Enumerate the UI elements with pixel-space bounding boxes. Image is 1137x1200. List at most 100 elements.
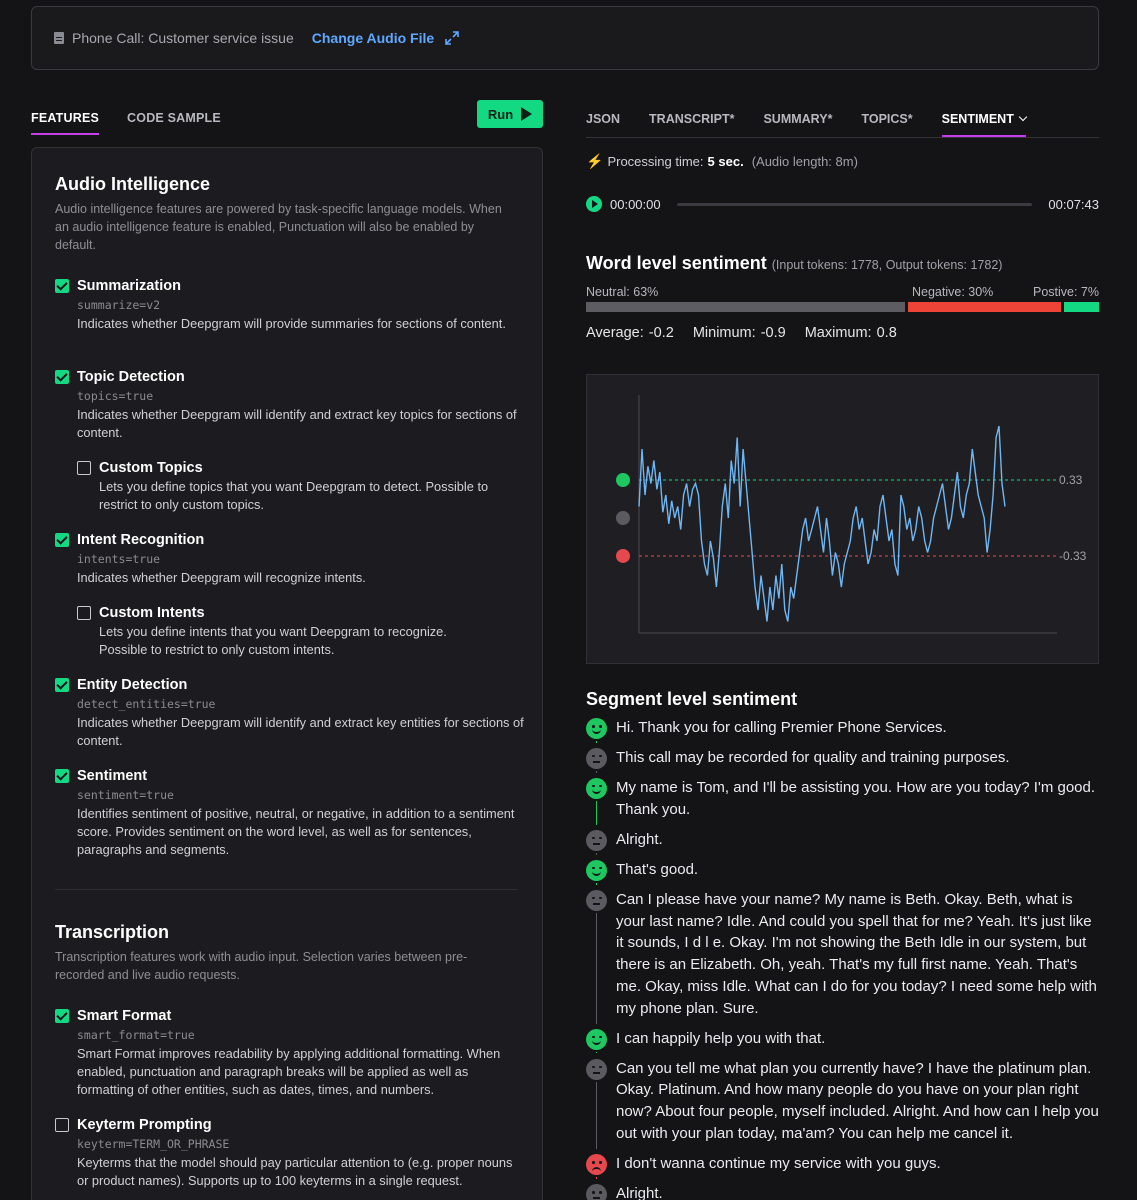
transcription-title: Transcription: [55, 922, 170, 942]
neutral-bar: [586, 302, 906, 312]
custom-topics-checkbox[interactable]: [77, 461, 91, 475]
segment-item: Alright.: [586, 1183, 1099, 1200]
tab-json[interactable]: JSON: [586, 112, 620, 137]
feature-smart-format[interactable]: Smart Format smart_format=true Smart For…: [55, 1007, 521, 1099]
negative-label: Negative: 30%: [912, 285, 994, 299]
tab-code-sample[interactable]: CODE SAMPLE: [127, 111, 221, 135]
tab-sentiment[interactable]: SENTIMENT: [941, 112, 1028, 137]
segment-text: My name is Tom, and I'll be assisting yo…: [616, 778, 1096, 818]
entity-detection-checkbox[interactable]: [55, 678, 69, 692]
segment-connector: [596, 882, 597, 885]
negative-face-icon: [616, 548, 630, 563]
chevron-down-icon: [1018, 112, 1028, 122]
feature-code: intents=true: [77, 552, 161, 566]
segment-level-title: Segment level sentiment: [586, 689, 798, 709]
feature-code: topics=true: [77, 389, 154, 403]
feature-name: Entity Detection: [77, 677, 188, 693]
feature-name: Sentiment: [77, 768, 148, 784]
play-icon[interactable]: [586, 196, 602, 212]
reference-line-label: -0.33: [1059, 549, 1087, 563]
feature-description: Indicates whether Deepgram will recogniz…: [77, 570, 366, 585]
segment-connector: [596, 1177, 597, 1179]
segment-text: Can you tell me what plan you currently …: [616, 1059, 1099, 1143]
segment-connector: [596, 1081, 597, 1149]
segment-item: Alright.: [586, 829, 1099, 855]
keyterm-prompting-checkbox[interactable]: [55, 1118, 69, 1132]
audio-file-bar: Phone Call: Customer service issue Chang…: [31, 6, 1099, 70]
neutral-face-icon: [616, 511, 630, 525]
intent-recognition-checkbox[interactable]: [55, 533, 69, 547]
positive-label: Postive: 7%: [1032, 285, 1099, 299]
segment-text: Can I please have your name? My name is …: [616, 890, 1097, 1017]
token-counts: (Input tokens: 1778, Output tokens: 1782…: [771, 258, 1003, 272]
segment-text: Hi. Thank you for calling Premier Phone …: [616, 719, 947, 736]
smart-format-checkbox[interactable]: [55, 1009, 69, 1023]
positive-face-icon: [586, 718, 607, 739]
word-level-heading: Word level sentiment: [586, 253, 767, 273]
feature-description: Indicates whether Deepgram will identify…: [77, 407, 517, 440]
minimum-stat: Minimum: -0.9: [692, 325, 786, 341]
feature-custom-intents[interactable]: Custom Intents Lets you define intents t…: [77, 604, 497, 659]
feature-intent-recognition[interactable]: Intent Recognition intents=true Indicate…: [55, 531, 525, 587]
feature-description: Identifies sentiment of positive, neutra…: [77, 806, 515, 857]
tab-summary[interactable]: SUMMARY*: [763, 112, 832, 137]
feature-keyterm-prompting[interactable]: Keyterm Prompting keyterm=TERM_OR_PHRASE…: [55, 1116, 515, 1190]
sentiment-chart: 0.33 -0.33: [586, 374, 1099, 664]
positive-bar: [1063, 302, 1099, 312]
segment-item: Can I please have your name? My name is …: [586, 889, 1099, 1024]
segment-connector: [596, 800, 597, 825]
feature-sentiment[interactable]: Sentiment sentiment=true Identifies sent…: [55, 767, 515, 859]
segment-text: That's good.: [616, 860, 699, 878]
total-time: 00:07:43: [1048, 196, 1099, 212]
negative-face-icon: [586, 1154, 607, 1176]
processing-value: 5 sec.: [707, 154, 744, 169]
sentiment-checkbox[interactable]: [55, 769, 69, 783]
segment-text: This call may be recorded for quality an…: [616, 748, 1010, 766]
feature-entity-detection[interactable]: Entity Detection detect_entities=true In…: [55, 676, 525, 750]
lightning-icon: ⚡: [586, 153, 604, 169]
run-button[interactable]: Run: [477, 100, 543, 128]
segment-item: Hi. Thank you for calling Premier Phone …: [586, 717, 1099, 743]
audio-player: 00:00:00 00:07:43: [586, 194, 1099, 214]
expand-icon[interactable]: [444, 30, 460, 46]
segment-text: I can happily help you with that.: [616, 1029, 826, 1047]
maximum-stat: Maximum: 0.8: [804, 325, 897, 341]
tab-topics[interactable]: TOPICS*: [861, 112, 912, 137]
audio-intelligence-title: Audio Intelligence: [55, 174, 211, 194]
segment-connector: [596, 1051, 597, 1054]
segment-item: I can happily help you with that.: [586, 1028, 1099, 1054]
neutral-face-icon: [586, 889, 607, 911]
change-audio-file-link[interactable]: Change Audio File: [312, 30, 434, 46]
audio-length: (Audio length: 8m): [751, 154, 858, 169]
feature-name: Topic Detection: [77, 369, 185, 385]
left-tabs: FEATURES CODE SAMPLE: [31, 111, 221, 135]
feature-code: smart_format=true: [77, 1028, 195, 1042]
tab-transcript[interactable]: TRANSCRIPT*: [649, 112, 734, 137]
segment-connector: [596, 912, 597, 1024]
feature-name: Keyterm Prompting: [77, 1117, 212, 1133]
current-time: 00:00:00: [610, 196, 661, 212]
audio-progress-track[interactable]: [676, 202, 1033, 206]
feature-description: Indicates whether Deepgram will provide …: [77, 316, 506, 331]
summarization-checkbox[interactable]: [55, 279, 69, 293]
document-icon: [54, 32, 64, 44]
segment-list: Hi. Thank you for calling Premier Phone …: [586, 717, 1099, 1200]
positive-face-icon: [586, 859, 607, 881]
feature-topic-detection[interactable]: Topic Detection topics=true Indicates wh…: [55, 368, 525, 442]
feature-code: sentiment=true: [77, 788, 174, 802]
negative-bar: [908, 302, 1061, 312]
segment-connector: [596, 852, 597, 855]
tab-sentiment-label: SENTIMENT: [941, 112, 1014, 126]
tab-features[interactable]: FEATURES: [31, 111, 100, 135]
feature-description: Keyterms that the model should pay parti…: [77, 1155, 513, 1188]
feature-description: Smart Format improves readability by app…: [77, 1046, 501, 1097]
segment-item: That's good.: [586, 859, 1099, 885]
topic-detection-checkbox[interactable]: [55, 370, 69, 384]
custom-intents-checkbox[interactable]: [77, 606, 91, 620]
feature-summarization[interactable]: Summarization summarize=v2 Indicates whe…: [55, 277, 525, 333]
neutral-label: Neutral: 63%: [586, 285, 659, 299]
feature-description: Lets you define intents that you want De…: [99, 624, 447, 657]
neutral-face-icon: [586, 829, 607, 851]
feature-custom-topics[interactable]: Custom Topics Lets you define topics tha…: [77, 459, 527, 514]
sentiment-distribution-labels: Neutral: 63% Negative: 30% Postive: 7%: [586, 285, 1099, 301]
